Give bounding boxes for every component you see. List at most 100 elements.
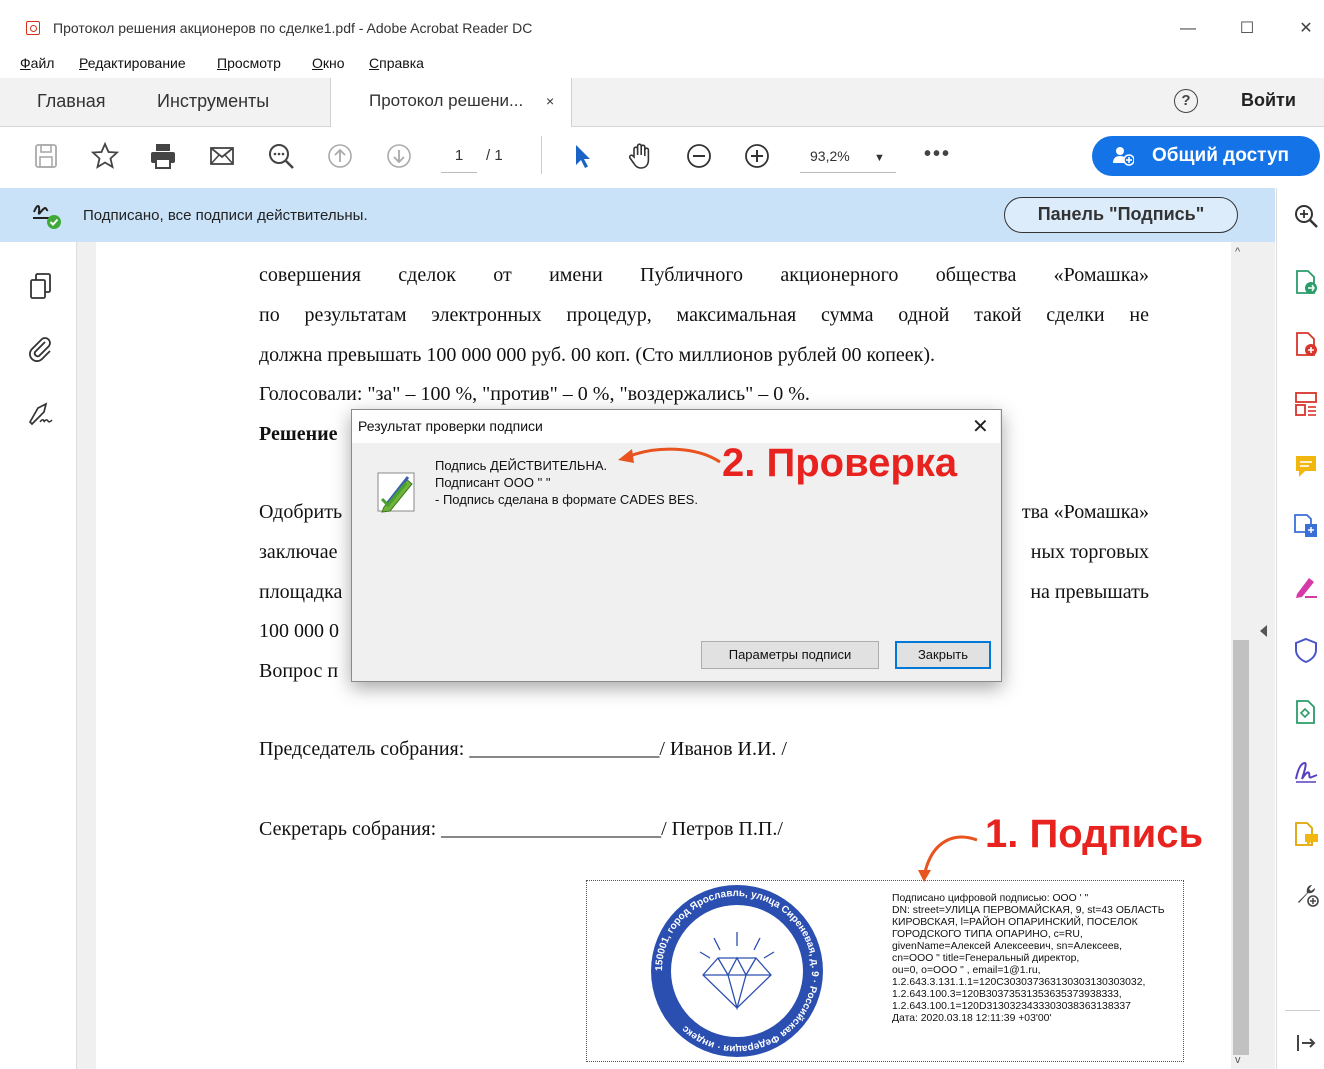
signature-panel-button[interactable]: Панель "Подпись": [1004, 197, 1238, 233]
doc-text-partial: 100 000 0: [259, 620, 339, 642]
doc-text-partial: Вопрос п: [259, 660, 339, 682]
organize-pages-icon[interactable]: [1292, 390, 1320, 418]
doc-text-line: Голосовали: "за" – 100 %, "против" – 0 %…: [259, 383, 810, 405]
annotation-arrow-icon: [618, 447, 721, 464]
signature-detail-line: cn=ООО " title=Генеральный директор,: [892, 953, 1080, 964]
doc-text-partial: заключае: [259, 541, 338, 563]
more-tools-icon[interactable]: •••: [924, 143, 951, 166]
bookmark-star-icon[interactable]: [89, 140, 121, 172]
menu-file[interactable]: Файл: [20, 55, 54, 71]
scrollbar-thumb[interactable]: [1233, 640, 1249, 1055]
tab-tools[interactable]: Инструменты: [157, 78, 269, 126]
toolbar-divider: [541, 136, 542, 174]
prev-page-icon[interactable]: [324, 140, 356, 172]
more-tools-wrench-icon[interactable]: [1292, 880, 1320, 908]
dialog-close-button[interactable]: Закрыть: [895, 641, 991, 669]
chevron-down-icon: ▼: [874, 152, 885, 164]
help-icon[interactable]: ?: [1174, 89, 1198, 113]
dialog-title: Результат проверки подписи: [358, 418, 543, 434]
signatures-panel-icon[interactable]: [26, 398, 56, 428]
tab-document[interactable]: Протокол решени... ×: [330, 78, 572, 127]
annotation-signature-label: 1. Подпись: [985, 812, 1204, 856]
doc-text-line: совершения сделок от имени Публичного ак…: [259, 264, 1149, 286]
comment-icon[interactable]: [1292, 452, 1320, 480]
zoom-value: 93,2%: [810, 148, 850, 164]
signature-valid-icon: [33, 205, 61, 229]
export-pdf-icon[interactable]: [1292, 268, 1320, 296]
page-number-input[interactable]: 1: [441, 146, 477, 173]
chairman-signature-line: Председатель собрания: _________________…: [259, 738, 787, 760]
menu-bar: Файл Редактирование Просмотр Окно Справк…: [0, 50, 1324, 76]
valid-signature-pen-icon: [377, 472, 415, 513]
protect-shield-icon[interactable]: [1292, 636, 1320, 664]
tab-close-icon[interactable]: ×: [546, 78, 554, 124]
signature-detail-line: КИРОВСКАЯ, l=РАЙОН ОПАРИНСКИЙ, ПОСЕЛОК: [892, 917, 1138, 928]
dialog-format-line: - Подпись сделана в формате CADES BES.: [435, 492, 698, 507]
email-icon[interactable]: [206, 140, 238, 172]
send-comments-icon[interactable]: [1292, 820, 1320, 848]
scroll-down-icon[interactable]: v: [1235, 1054, 1241, 1066]
tab-document-label: Протокол решени...: [369, 91, 524, 110]
menu-window[interactable]: Окно: [312, 55, 345, 71]
signature-detail-line: ou=0, o=ООО " , email=1@1.ru,: [892, 965, 1041, 976]
next-page-icon[interactable]: [383, 140, 415, 172]
dialog-status-line: Подпись ДЕЙСТВИТЕЛЬНА.: [435, 458, 608, 473]
doc-text-line: по результатам электронных процедур, мак…: [259, 304, 1149, 326]
doc-text-partial: Решение: [259, 423, 338, 445]
signature-detail-line: Дата: 2020.03.18 12:11:39 +03'00': [892, 1013, 1052, 1024]
doc-text-partial: тва «Ромашка»: [1021, 501, 1149, 523]
zoom-select[interactable]: 93,2% ▼: [800, 146, 896, 173]
zoom-out-icon[interactable]: [683, 140, 715, 172]
menu-view[interactable]: Просмотр: [217, 55, 281, 71]
maximize-button[interactable]: ☐: [1232, 14, 1262, 44]
doc-text-partial: Одобрить: [259, 501, 343, 523]
page-thumbnails-icon[interactable]: [26, 271, 56, 301]
minimize-button[interactable]: —: [1173, 14, 1203, 44]
scroll-up-icon[interactable]: ^: [1235, 246, 1240, 258]
collapse-panel-icon[interactable]: [1292, 1029, 1320, 1057]
acrobat-icon: [26, 21, 40, 35]
annotation-arrow-icon: [918, 835, 978, 882]
menu-edit[interactable]: Редактирование: [79, 55, 186, 71]
doc-text-partial: на превышать: [1030, 581, 1149, 603]
signature-properties-button[interactable]: Параметры подписи: [701, 641, 879, 669]
add-user-icon: [1113, 147, 1134, 166]
signature-detail-line: Подписано цифровой подписью: ООО ' ": [892, 893, 1089, 904]
tabs-row: Главная Инструменты Протокол решени... ×: [0, 78, 1324, 127]
signature-detail-line: 1.2.643.100.3=120B3037353135363537393833…: [892, 989, 1122, 1000]
doc-text-partial: площадка: [259, 581, 343, 603]
right-panel-collapse-icon[interactable]: [1260, 625, 1267, 637]
attachments-icon[interactable]: [26, 334, 56, 364]
save-icon[interactable]: [30, 140, 62, 172]
rail-divider: [1285, 1010, 1320, 1011]
fill-sign-icon[interactable]: [1292, 572, 1320, 600]
tab-home[interactable]: Главная: [37, 78, 106, 126]
page-total: / 1: [486, 147, 503, 164]
signature-detail-line: 1.2.643.3.131.1.1=120C303037363130303130…: [892, 977, 1146, 988]
signature-detail-line: 1.2.643.100.1=120D3130323433303038363138…: [892, 1001, 1131, 1012]
signature-detail-line: ГОРОДСКОГО ТИПА ОПАРИНО, c=RU,: [892, 929, 1083, 940]
scan-ocr-icon[interactable]: [1292, 512, 1320, 540]
signature-status-text: Подписано, все подписи действительны.: [83, 207, 368, 224]
doc-text-partial: ных торговых: [1030, 541, 1149, 563]
select-cursor-icon[interactable]: [566, 140, 598, 172]
dialog-signer-line: Подписант ООО " ": [435, 475, 551, 490]
hand-tool-icon[interactable]: [624, 140, 656, 172]
create-pdf-icon[interactable]: [1292, 330, 1320, 358]
window-title: Протокол решения акционеров по сделке1.p…: [53, 20, 533, 36]
dialog-close-icon[interactable]: ✕: [972, 414, 989, 439]
print-icon[interactable]: [147, 140, 179, 172]
doc-text-line: должна превышать 100 000 000 руб. 00 коп…: [259, 344, 936, 366]
certificates-icon[interactable]: [1292, 757, 1320, 785]
signature-detail-line: givenName=Алексей Алексеевич, sn=Алексее…: [892, 941, 1123, 952]
left-navigation-rail: [0, 242, 77, 1069]
find-zoom-icon[interactable]: [265, 140, 297, 172]
close-window-button[interactable]: ✕: [1291, 14, 1321, 44]
menu-help[interactable]: Справка: [369, 55, 424, 71]
signature-detail-line: DN: street=УЛИЦА ПЕРВОМАЙСКАЯ, 9, st=43 …: [892, 905, 1165, 916]
zoom-panel-icon[interactable]: [1292, 202, 1320, 230]
company-seal-icon: 150001, город Ярославль, улица Сиреневая…: [651, 885, 823, 1057]
compare-files-icon[interactable]: [1292, 698, 1320, 726]
zoom-in-icon[interactable]: [741, 140, 773, 172]
login-button[interactable]: Войти: [1241, 90, 1296, 111]
